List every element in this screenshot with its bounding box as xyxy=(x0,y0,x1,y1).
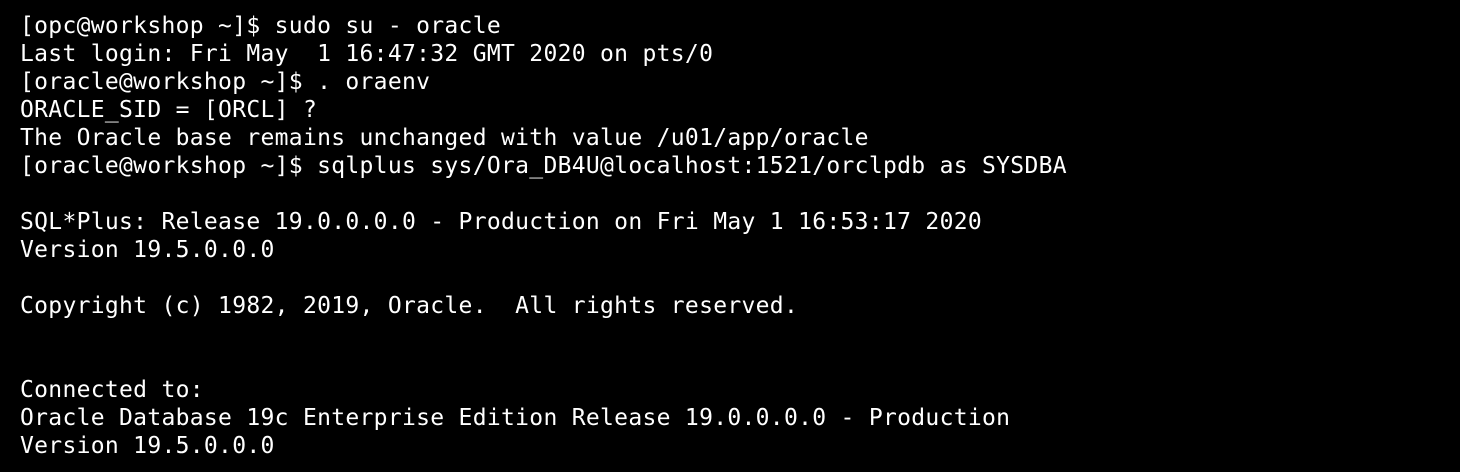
terminal-line: [oracle@workshop ~]$ . oraenv xyxy=(20,69,431,95)
terminal-line: Last login: Fri May 1 16:47:32 GMT 2020 … xyxy=(20,41,714,67)
terminal-line: Oracle Database 19c Enterprise Edition R… xyxy=(20,405,1011,431)
terminal-line: [oracle@workshop ~]$ sqlplus sys/Ora_DB4… xyxy=(20,153,1067,179)
terminal-line: ORACLE_SID = [ORCL] ? xyxy=(20,97,318,123)
terminal-line: Version 19.5.0.0.0 xyxy=(20,433,275,459)
terminal-line: SQL*Plus: Release 19.0.0.0.0 - Productio… xyxy=(20,209,983,235)
terminal-line: Version 19.5.0.0.0 xyxy=(20,237,275,263)
terminal-window[interactable]: [opc@workshop ~]$ sudo su - oracle Last … xyxy=(0,0,1460,472)
terminal-line: Copyright (c) 1982, 2019, Oracle. All ri… xyxy=(20,293,799,319)
terminal-line: Connected to: xyxy=(20,377,204,403)
terminal-line: The Oracle base remains unchanged with v… xyxy=(20,125,869,151)
terminal-line: [opc@workshop ~]$ sudo su - oracle xyxy=(20,13,502,39)
